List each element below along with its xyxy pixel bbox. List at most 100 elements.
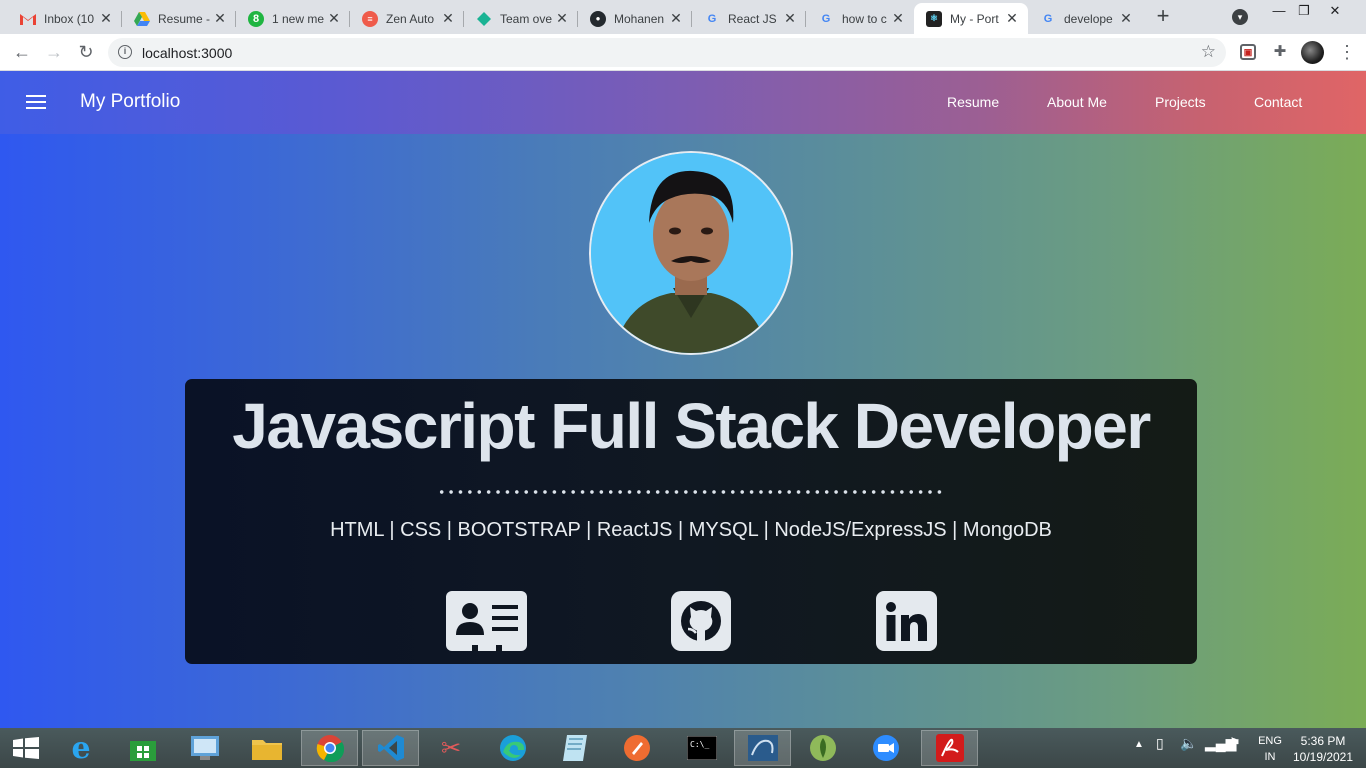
zoom-icon[interactable] — [860, 730, 912, 766]
tab-team[interactable]: Team ove ✕ — [458, 3, 578, 34]
file-explorer-icon[interactable] — [241, 730, 293, 766]
tab-search-icon[interactable]: ▾ — [1232, 9, 1248, 25]
hero-headline: Javascript Full Stack Developer — [232, 390, 1151, 462]
hamburger-menu-icon[interactable] — [26, 95, 46, 110]
close-tab-icon[interactable]: ✕ — [212, 10, 228, 27]
close-tab-icon[interactable]: ✕ — [1118, 10, 1134, 27]
site-navbar: My Portfolio Resume About Me Projects Co… — [0, 71, 1366, 134]
minimize-icon[interactable]: — — [1266, 2, 1292, 26]
windows-start-icon[interactable] — [0, 730, 52, 766]
browser-tab-strip: Inbox (10 ✕ Resume - ✕ 8 1 new me ✕ ≡ Ze… — [0, 0, 1366, 34]
close-tab-icon[interactable]: ✕ — [782, 10, 798, 27]
tab-developer[interactable]: G develope ✕ — [1028, 3, 1142, 34]
profile-photo — [589, 151, 793, 355]
vscode-icon[interactable] — [362, 730, 419, 766]
input-language[interactable]: ENG IN — [1256, 733, 1284, 765]
restore-icon[interactable]: ❐ — [1291, 2, 1317, 26]
github-icon: ● — [590, 10, 606, 27]
svg-text:C:\_: C:\_ — [690, 740, 709, 749]
notepad-icon[interactable] — [549, 730, 601, 766]
store-icon[interactable] — [117, 730, 169, 766]
menu-kebab-icon[interactable]: ⋮ — [1338, 42, 1356, 63]
tab-title: how to c — [842, 11, 887, 26]
tab-new-message[interactable]: 8 1 new me ✕ — [230, 3, 350, 34]
linkedin-link[interactable] — [876, 591, 937, 651]
mongodb-compass-icon[interactable] — [797, 730, 849, 766]
address-url[interactable]: localhost:3000 — [142, 45, 232, 61]
close-tab-icon[interactable]: ✕ — [890, 10, 906, 27]
github-link[interactable] — [671, 591, 731, 651]
tab-portfolio[interactable]: ⚛ My - Port ✕ — [914, 3, 1028, 34]
browser-toolbar: ← → ↻ i localhost:3000 ☆ ▣ ✚ ⋮ — [0, 34, 1366, 71]
windows-taskbar: e ✂ C:\_ ▲ ▯ 🔈 ▂▄▆ ⚑ ENG IN 5:36 PM 10/1… — [0, 728, 1366, 768]
portfolio-page: My Portfolio Resume About Me Projects Co… — [0, 71, 1366, 728]
linkedin-icon — [876, 591, 937, 651]
address-bar[interactable]: i localhost:3000 ☆ — [108, 38, 1226, 67]
tab-resume[interactable]: Resume - ✕ — [116, 3, 236, 34]
site-info-icon[interactable]: i — [118, 45, 132, 59]
google-icon: G — [707, 12, 717, 25]
resume-contact-link[interactable] — [446, 591, 527, 651]
tab-title: Inbox (10 — [44, 11, 95, 26]
cmd-icon[interactable]: C:\_ — [673, 730, 730, 766]
nav-link-contact[interactable]: Contact — [1254, 94, 1302, 110]
volume-icon[interactable]: 🔈 — [1180, 735, 1197, 752]
close-tab-icon[interactable]: ✕ — [440, 10, 456, 27]
dotted-divider — [437, 489, 945, 495]
forward-icon[interactable]: → — [42, 41, 66, 65]
clock-time: 5:36 PM — [1300, 734, 1346, 748]
tab-title: Resume - — [158, 11, 211, 26]
new-tab-icon[interactable]: + — [1153, 5, 1173, 29]
gmail-icon — [20, 11, 36, 27]
skills-list: HTML | CSS | BOOTSTRAP | ReactJS | MYSQL… — [330, 519, 1052, 541]
mysql-workbench-icon[interactable] — [734, 730, 791, 766]
tab-title: My - Port — [950, 11, 999, 26]
acrobat-icon[interactable] — [921, 730, 978, 766]
close-tab-icon[interactable]: ✕ — [98, 10, 114, 27]
nav-link-projects[interactable]: Projects — [1155, 94, 1206, 110]
site-brand[interactable]: My Portfolio — [80, 91, 180, 113]
green-app-icon: 8 — [248, 10, 264, 27]
tab-zen[interactable]: ≡ Zen Auto ✕ — [344, 3, 464, 34]
tab-title: React JS — [728, 11, 777, 26]
google-icon: G — [1043, 12, 1053, 25]
chrome-icon[interactable] — [301, 730, 358, 766]
system-clock[interactable]: 5:36 PM 10/19/2021 — [1288, 733, 1358, 765]
nav-link-resume[interactable]: Resume — [947, 94, 999, 110]
tab-reactjs[interactable]: G React JS ✕ — [686, 3, 806, 34]
edge-icon[interactable] — [487, 730, 539, 766]
google-drive-icon — [134, 11, 150, 27]
postman-icon[interactable] — [611, 730, 663, 766]
action-center-icon[interactable]: ⚑ — [1229, 735, 1241, 751]
close-tab-icon[interactable]: ✕ — [326, 10, 342, 27]
device-icon[interactable]: ▯ — [1156, 735, 1164, 752]
tab-github[interactable]: ● Mohanen ✕ — [572, 3, 692, 34]
react-icon: ⚛ — [926, 10, 942, 27]
back-icon[interactable]: ← — [10, 41, 34, 65]
show-hidden-icons-icon[interactable]: ▲ — [1134, 739, 1144, 750]
google-icon: G — [821, 12, 831, 25]
tab-gmail[interactable]: Inbox (10 ✕ — [2, 3, 122, 34]
nav-link-about[interactable]: About Me — [1047, 94, 1107, 110]
github-icon — [671, 591, 731, 651]
tab-how-to[interactable]: G how to c ✕ — [800, 3, 914, 34]
reload-icon[interactable]: ↻ — [74, 41, 98, 65]
tab-title: Team ove — [500, 11, 553, 26]
tab-title: Zen Auto — [386, 11, 435, 26]
close-tab-icon[interactable]: ✕ — [1004, 10, 1020, 27]
zen-icon: ≡ — [362, 10, 378, 27]
region-code: IN — [1264, 751, 1276, 763]
profile-avatar[interactable] — [1301, 41, 1324, 64]
control-panel-icon[interactable] — [179, 730, 231, 766]
internet-explorer-icon[interactable]: e — [55, 730, 107, 766]
close-window-icon[interactable]: ✕ — [1322, 2, 1348, 26]
extensions-puzzle-icon[interactable]: ✚ — [1270, 42, 1290, 62]
bookmark-star-icon[interactable]: ☆ — [1201, 42, 1216, 62]
snipping-tool-icon[interactable]: ✂ — [425, 730, 477, 766]
contact-card-icon — [446, 591, 527, 651]
hero-card: Javascript Full Stack Developer HTML | C… — [185, 379, 1197, 664]
close-tab-icon[interactable]: ✕ — [668, 10, 684, 27]
close-tab-icon[interactable]: ✕ — [554, 10, 570, 27]
diamond-icon — [476, 11, 492, 27]
pdf-extension-icon[interactable]: ▣ — [1240, 44, 1256, 60]
